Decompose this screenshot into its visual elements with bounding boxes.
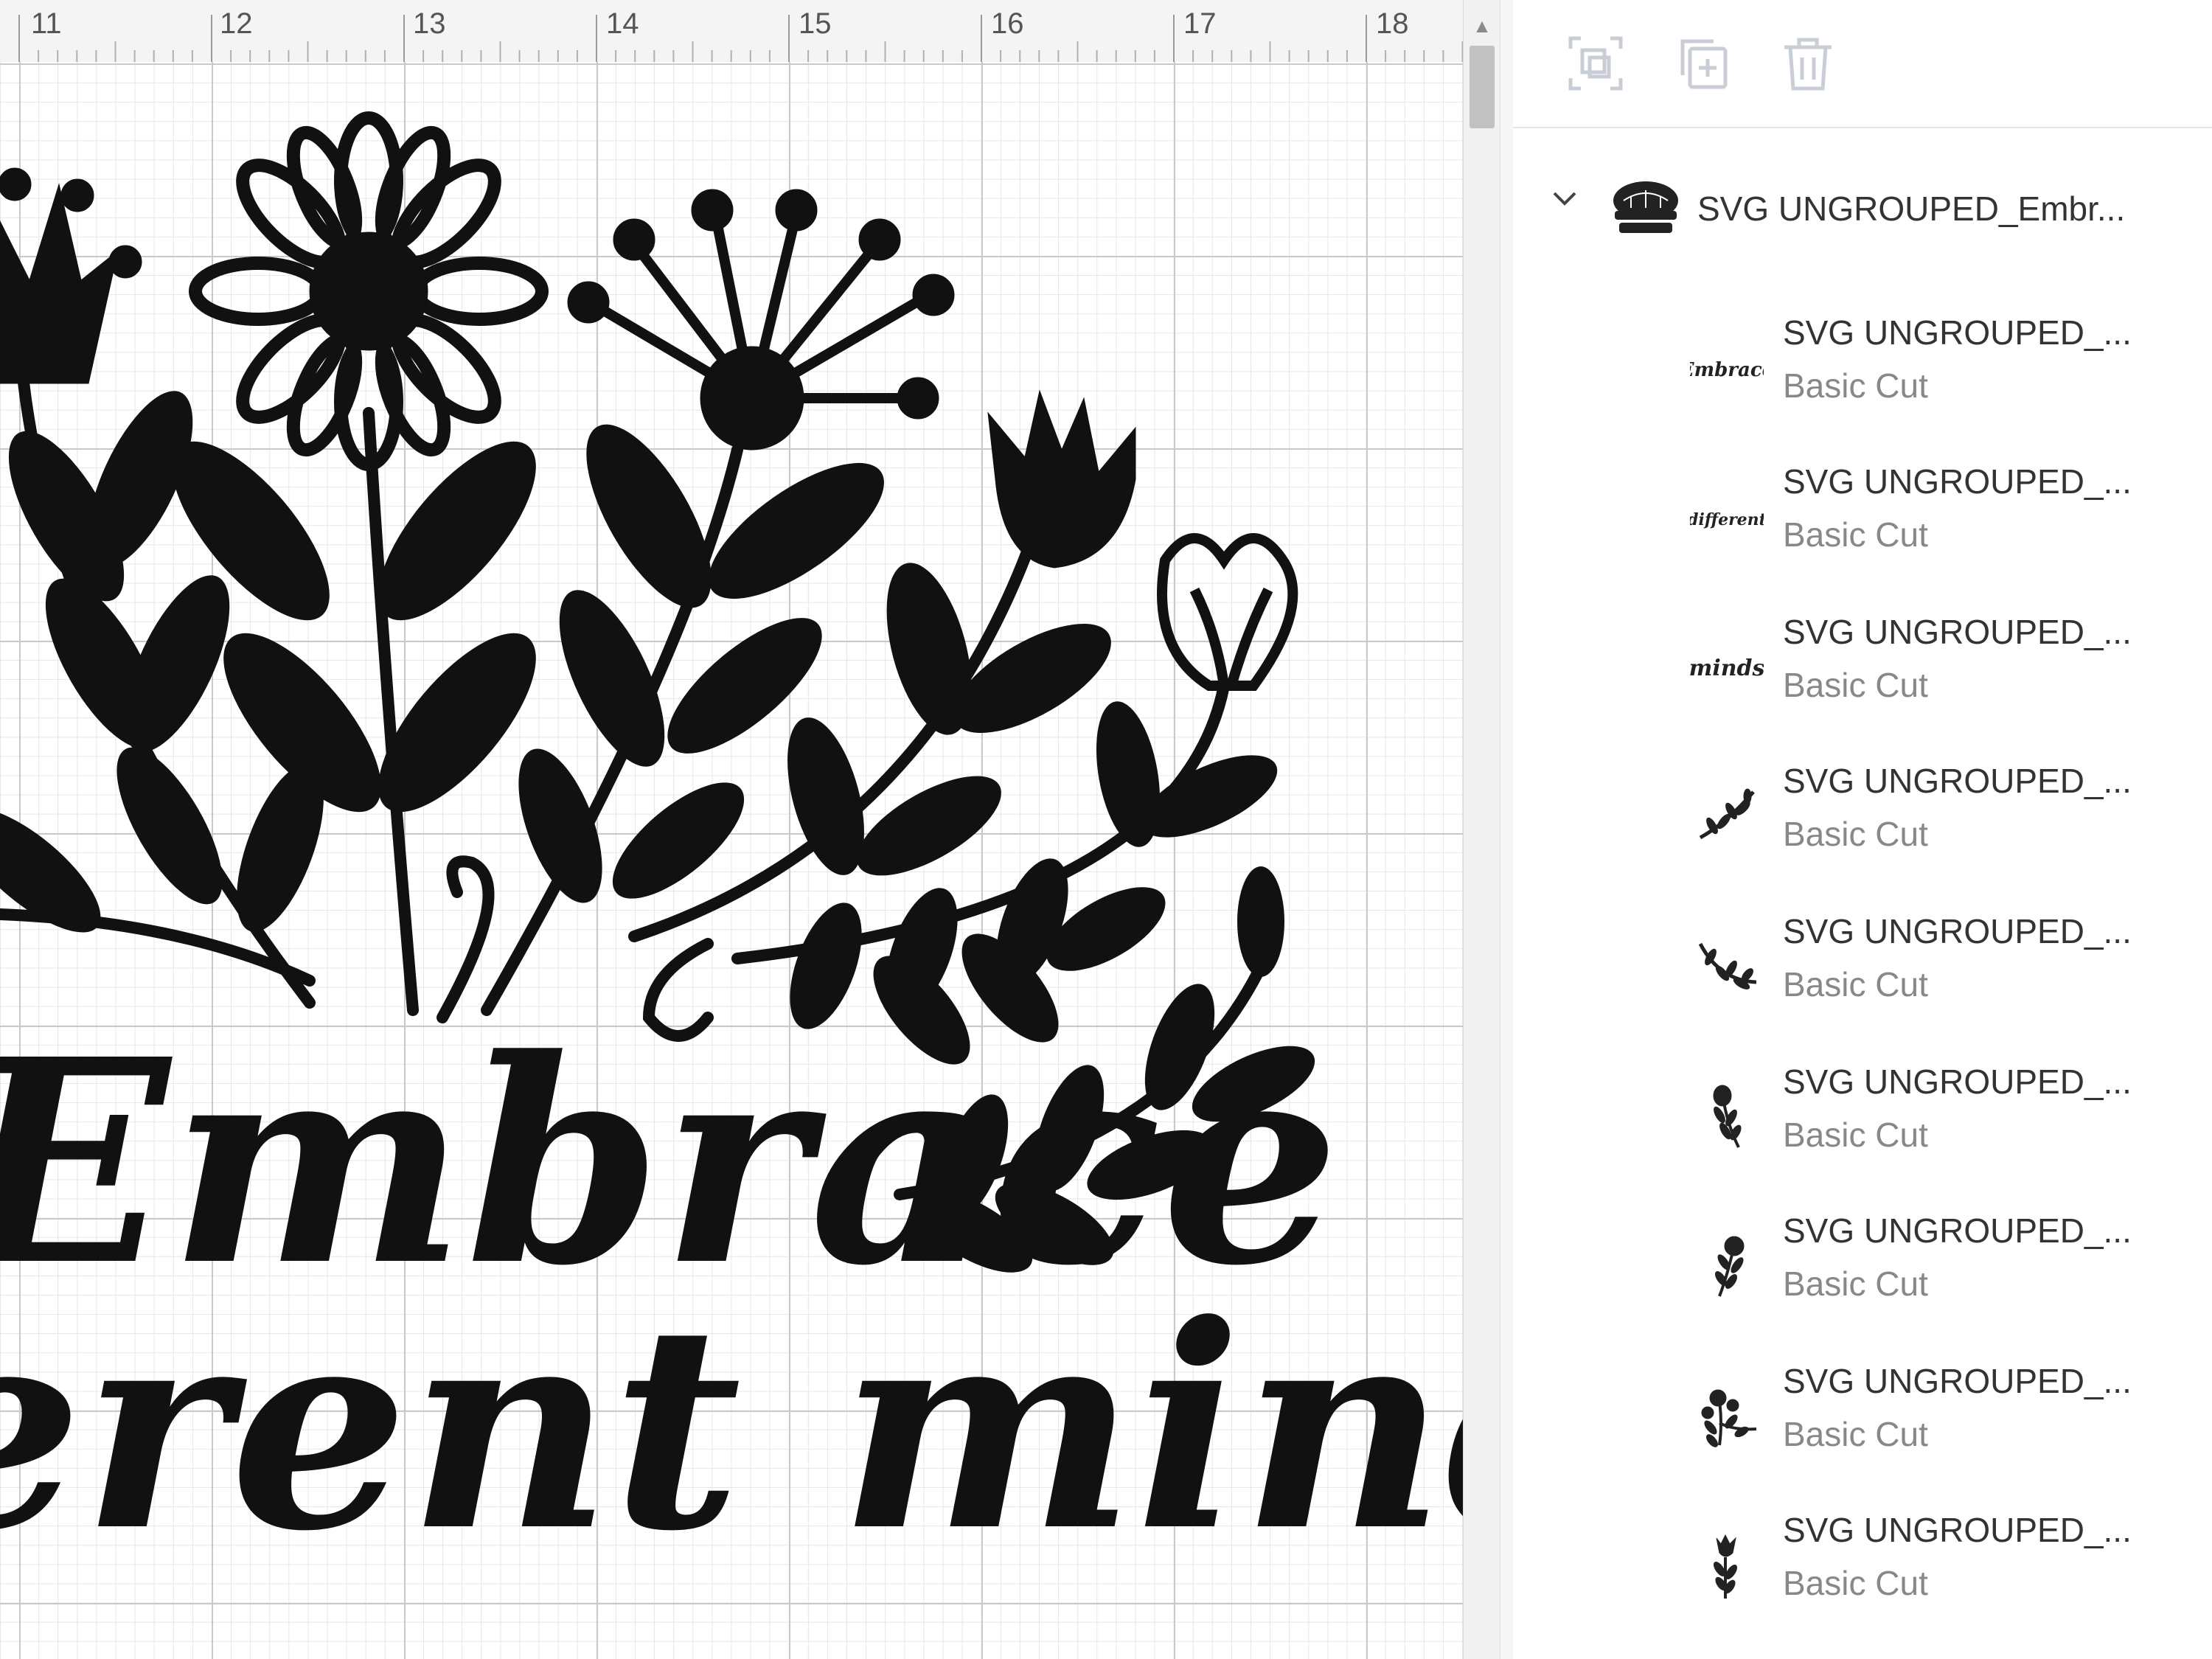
flower-bouquet-icon <box>1613 181 1678 233</box>
tulip-icon <box>1713 1534 1738 1599</box>
layer-item[interactable]: SVG UNGROUPED_... Basic Cut <box>1513 911 2212 1059</box>
canvas-vertical-scrollbar[interactable]: ▲ <box>1463 0 1500 1659</box>
layer-name: SVG UNGROUPED_... <box>1783 912 2132 950</box>
duplicate-icon[interactable] <box>1671 32 1733 94</box>
layer-group-row[interactable]: SVG UNGROUPED_Embr... <box>1513 162 2212 260</box>
design-canvas[interactable]: 11 12 13 14 15 16 17 18 Embrace rent min <box>0 0 1463 1659</box>
group-icon[interactable] <box>1565 32 1627 94</box>
flower-stem-icon <box>1714 1236 1745 1297</box>
layer-name: SVG UNGROUPED_... <box>1783 1362 2132 1400</box>
layer-item[interactable]: minds SVG UNGROUPED_... Basic Cut <box>1513 612 2212 759</box>
chevron-down-icon[interactable] <box>1550 184 1579 214</box>
canvas-text-minds: erent minds <box>0 1263 1463 1593</box>
thumb-text: Embrace <box>1690 359 1764 381</box>
layer-name: SVG UNGROUPED_... <box>1783 762 2132 800</box>
layer-type: Basic Cut <box>1783 1265 1928 1303</box>
ruler-ticks <box>18 15 1463 62</box>
layer-name: SVG UNGROUPED_... <box>1783 462 2132 501</box>
flower-cluster-icon <box>1701 1389 1757 1447</box>
layers-panel: SVG UNGROUPED_Embr... Embrace SVG UNGROU… <box>1513 0 2212 1659</box>
layer-name: SVG UNGROUPED_... <box>1783 313 2132 352</box>
layer-name: SVG UNGROUPED_... <box>1783 1062 2132 1101</box>
layer-item[interactable]: SVG UNGROUPED_... Basic Cut <box>1513 1510 2212 1658</box>
layers-toolbar <box>1513 0 2212 128</box>
scroll-up-arrow-icon[interactable]: ▲ <box>1464 0 1500 44</box>
layer-type: Basic Cut <box>1783 666 1928 704</box>
layer-item[interactable]: SVG UNGROUPED_... Basic Cut <box>1513 1361 2212 1509</box>
layer-item[interactable]: SVG UNGROUPED_... Basic Cut <box>1513 1062 2212 1209</box>
layer-name: SVG UNGROUPED_... <box>1783 1511 2132 1549</box>
flower-stem-icon <box>1713 1085 1742 1148</box>
text-embrace-thumbnail: Embrace <box>1690 359 1764 381</box>
text-different-thumbnail: different <box>1690 510 1764 529</box>
layer-name: SVG UNGROUPED_... <box>1783 1211 2132 1250</box>
scroll-thumb[interactable] <box>1470 46 1495 128</box>
layer-name: SVG UNGROUPED_... <box>1783 613 2132 651</box>
layer-item[interactable]: SVG UNGROUPED_... Basic Cut <box>1513 1211 2212 1358</box>
layer-type: Basic Cut <box>1783 515 1928 554</box>
layer-item[interactable]: Embrace SVG UNGROUPED_... Basic Cut <box>1513 313 2212 460</box>
layer-type: Basic Cut <box>1783 1415 1928 1453</box>
layer-group-title: SVG UNGROUPED_Embr... <box>1697 189 2126 228</box>
branch-icon <box>1698 942 1757 990</box>
text-minds-thumbnail: minds <box>1690 655 1764 681</box>
layer-item[interactable]: different SVG UNGROUPED_... Basic Cut <box>1513 462 2212 609</box>
layer-type: Basic Cut <box>1783 815 1928 853</box>
floral-design-artwork[interactable]: Embrace erent minds <box>0 62 1463 1659</box>
layer-type: Basic Cut <box>1783 366 1928 405</box>
layer-type: Basic Cut <box>1783 965 1928 1004</box>
trash-icon[interactable] <box>1777 32 1839 94</box>
layer-type: Basic Cut <box>1783 1116 1928 1154</box>
layer-item[interactable]: SVG UNGROUPED_... Basic Cut <box>1513 761 2212 908</box>
branch-icon <box>1699 788 1755 840</box>
thumb-text: different <box>1690 510 1764 529</box>
layer-type: Basic Cut <box>1783 1564 1928 1602</box>
panel-divider[interactable] <box>1500 0 1514 1659</box>
thumb-text: minds <box>1690 655 1764 681</box>
horizontal-ruler: 11 12 13 14 15 16 17 18 <box>0 0 1463 63</box>
